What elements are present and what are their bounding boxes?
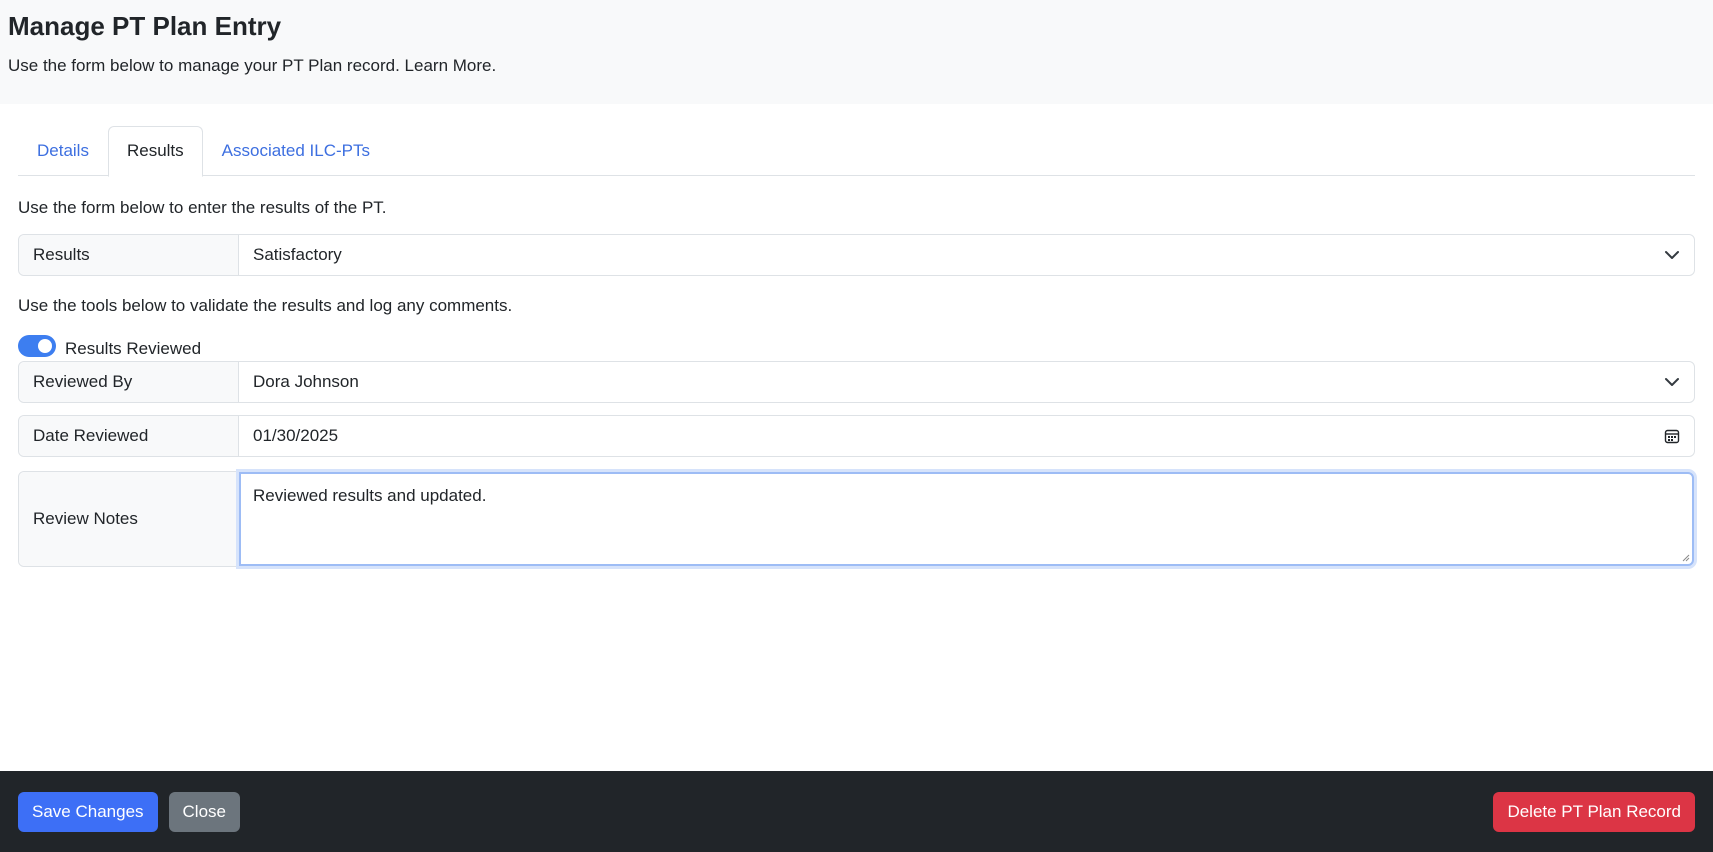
reviewed-by-value: Dora Johnson bbox=[253, 372, 359, 391]
results-select-value: Satisfactory bbox=[253, 245, 342, 264]
footer-bar: Save Changes Close Delete PT Plan Record bbox=[0, 771, 1713, 852]
review-notes-label: Review Notes bbox=[19, 472, 239, 566]
page-title: Manage PT Plan Entry bbox=[8, 11, 282, 41]
review-notes-value: Reviewed results and updated. bbox=[253, 486, 487, 505]
results-helper-text: Use the form below to enter the results … bbox=[18, 198, 387, 217]
calendar-icon[interactable] bbox=[1664, 428, 1680, 444]
chevron-down-icon bbox=[1665, 251, 1679, 259]
reviewed-by-select[interactable]: Dora Johnson bbox=[239, 362, 1694, 402]
results-reviewed-row: Results Reviewed bbox=[18, 334, 1695, 358]
date-reviewed-value: 01/30/2025 bbox=[253, 426, 339, 445]
reviewed-by-label: Reviewed By bbox=[19, 362, 239, 402]
page-subtitle: Use the form below to manage your PT Pla… bbox=[8, 56, 497, 75]
tab-details[interactable]: Details bbox=[18, 126, 108, 176]
reviewed-by-field-group: Reviewed By Dora Johnson bbox=[18, 361, 1695, 403]
tab-results[interactable]: Results bbox=[107, 126, 203, 177]
page-header: Manage PT Plan Entry Use the form below … bbox=[0, 0, 1713, 104]
date-reviewed-input[interactable]: 01/30/2025 bbox=[239, 416, 1694, 456]
main-content: Details Results Associated ILC-PTs Use t… bbox=[0, 104, 1713, 567]
toggle-knob bbox=[38, 339, 52, 353]
review-notes-field-group: Review Notes Reviewed results and update… bbox=[18, 471, 1695, 567]
results-reviewed-label: Results Reviewed bbox=[65, 339, 202, 358]
results-select[interactable]: Satisfactory bbox=[239, 235, 1694, 275]
resize-grip-icon[interactable] bbox=[1682, 554, 1690, 562]
footer-left-actions: Save Changes Close bbox=[18, 791, 240, 832]
tab-associated-ilc-pts[interactable]: Associated ILC-PTs bbox=[203, 126, 389, 176]
date-reviewed-label: Date Reviewed bbox=[19, 416, 239, 456]
save-changes-button[interactable]: Save Changes bbox=[18, 791, 158, 832]
close-button[interactable]: Close bbox=[168, 791, 240, 832]
results-field-group: Results Satisfactory bbox=[18, 234, 1695, 276]
review-notes-textarea[interactable]: Reviewed results and updated. bbox=[239, 472, 1694, 566]
tab-bar: Details Results Associated ILC-PTs bbox=[18, 126, 1695, 177]
validation-helper-text: Use the tools below to validate the resu… bbox=[18, 296, 513, 315]
delete-record-button[interactable]: Delete PT Plan Record bbox=[1493, 791, 1695, 832]
date-reviewed-field-group: Date Reviewed 01/30/2025 bbox=[18, 415, 1695, 457]
results-label: Results bbox=[19, 235, 239, 275]
results-reviewed-toggle[interactable] bbox=[18, 335, 56, 357]
chevron-down-icon bbox=[1665, 378, 1679, 386]
